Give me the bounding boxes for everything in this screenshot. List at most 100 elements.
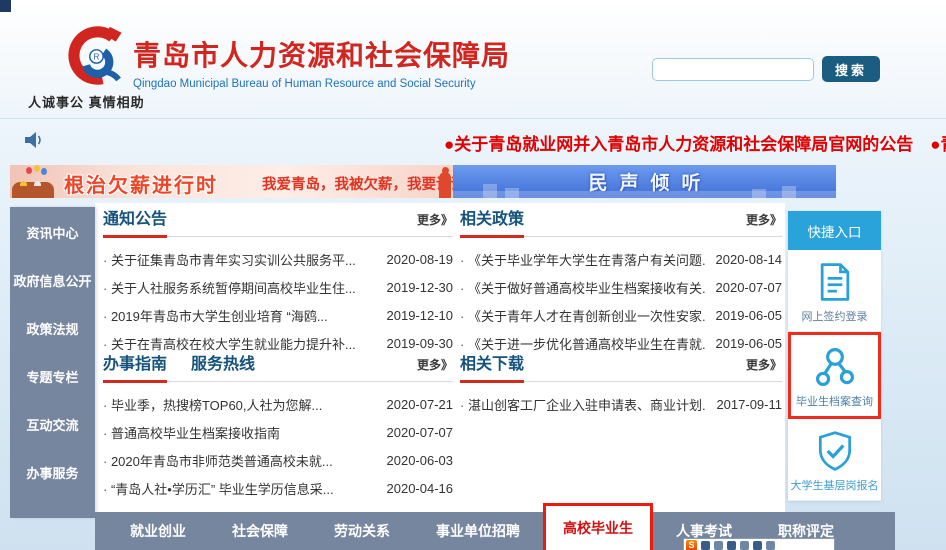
article-link[interactable]: 毕业季，热搜榜TOP60,人社为您解... <box>103 395 377 414</box>
quick-item-label: 网上签约登录 <box>802 308 868 324</box>
figure-illustration <box>439 172 451 198</box>
list-item: 毕业季，热搜榜TOP60,人社为您解... 2020-07-21 <box>103 390 453 418</box>
article-link[interactable]: 《关于青年人才在青创新创业一次性安家... <box>460 306 706 325</box>
policies-list: 《关于毕业学年大学生在青落户有关问题... 2020-08-14 《关于做好普通… <box>460 245 782 357</box>
article-link[interactable]: 关于征集青岛市青年实习实训公共服务平... <box>103 250 377 269</box>
corner-square <box>0 0 11 12</box>
article-date: 2019-12-30 <box>387 280 454 295</box>
article-date: 2019-06-05 <box>716 308 783 323</box>
slogan: 人诚事公 真情相助 <box>28 92 145 111</box>
article-date: 2020-06-03 <box>387 453 454 468</box>
shield-check-icon <box>813 429 857 473</box>
guide-list: 毕业季，热搜榜TOP60,人社为您解... 2020-07-21 普通高校毕业生… <box>103 390 453 502</box>
article-link[interactable]: 湛山创客工厂企业入驻申请表、商业计划... <box>460 395 706 414</box>
bottom-nav-tab[interactable]: 社会保障 <box>209 512 311 550</box>
ime-icon <box>753 541 762 550</box>
list-item: 《关于做好普通高校毕业生档案接收有关... 2020-07-07 <box>460 273 782 301</box>
share-nodes-icon <box>813 345 857 389</box>
sidebar-nav: 资讯中心 政府信息公开 政策法规 专题专栏 互动交流 办事服务 <box>10 207 95 518</box>
sidebar-item[interactable]: 互动交流 <box>10 415 95 434</box>
skyline-illustration <box>752 189 766 198</box>
article-link[interactable]: 关于人社服务系统暂停期间高校毕业生住... <box>103 278 377 297</box>
article-date: 2019-12-10 <box>387 308 454 323</box>
divider <box>460 381 782 382</box>
downloads-more-link[interactable]: 更多》 <box>746 356 782 373</box>
sidebar-item[interactable]: 专题专栏 <box>10 367 95 386</box>
announcement-ticker: ●关于青岛就业网并入青岛市人力资源和社会保障局官网的公告 ●青岛人社部门开展投 <box>0 118 946 165</box>
site-title: 青岛市人力资源和社会保障局 <box>133 34 510 74</box>
divider <box>103 381 453 382</box>
guide-section: 办事指南 服务热线 更多》 毕业季，热搜榜TOP60,人社为您解... 2020… <box>103 350 453 502</box>
skyline-illustration <box>483 184 497 198</box>
downloads-title: 相关下载 <box>460 350 524 374</box>
bottom-nav-tab[interactable]: 就业创业 <box>107 512 209 550</box>
divider <box>460 236 782 237</box>
article-date: 2017-09-11 <box>716 397 782 412</box>
list-item: 湛山创客工厂企业入驻申请表、商业计划... 2017-09-11 <box>460 390 782 418</box>
list-item: 关于征集青岛市青年实习实训公共服务平... 2020-08-19 <box>103 245 453 273</box>
article-link[interactable]: 普通高校毕业生档案接收指南 <box>103 423 377 442</box>
document-icon <box>813 260 857 304</box>
guide-more-link[interactable]: 更多》 <box>417 356 453 373</box>
list-item: 《关于青年人才在青创新创业一次性安家... 2019-06-05 <box>460 301 782 329</box>
balloon-icon <box>41 168 47 175</box>
article-date: 2020-07-07 <box>716 280 783 295</box>
quick-entry-title[interactable]: 快捷入口 <box>788 211 881 250</box>
sidebar-item[interactable]: 政策法规 <box>10 319 95 338</box>
search-bar: 搜索 <box>652 56 880 82</box>
article-link[interactable]: “青岛人社•学历汇” 毕业生学历信息采... <box>103 479 377 498</box>
page: R 青岛市人力资源和社会保障局 Qingdao Municipal Bureau… <box>0 0 946 550</box>
ime-icon <box>701 541 710 550</box>
article-link[interactable]: 2019年青岛市大学生创业培育 “海鸥... <box>103 306 377 325</box>
list-item: 2020年青岛市非师范类普通高校未就... 2020-06-03 <box>103 446 453 474</box>
banner-left-title: 根治欠薪进行时 <box>64 169 218 198</box>
brand-block: 青岛市人力资源和社会保障局 Qingdao Municipal Bureau o… <box>133 34 510 90</box>
notices-more-link[interactable]: 更多》 <box>417 211 453 228</box>
list-item: 《关于毕业学年大学生在青落户有关问题... 2020-08-14 <box>460 245 782 273</box>
ticker-text[interactable]: ●关于青岛就业网并入青岛市人力资源和社会保障局官网的公告 ●青岛人社部门开展投 <box>444 130 946 155</box>
list-item: 关于人社服务系统暂停期间高校毕业生住... 2019-12-30 <box>103 273 453 301</box>
article-link[interactable]: 《关于毕业学年大学生在青落户有关问题... <box>460 250 706 269</box>
ime-toolbar[interactable]: S <box>683 538 835 550</box>
article-date: 2019-09-30 <box>387 336 454 351</box>
article-link[interactable]: 2020年青岛市非师范类普通高校未就... <box>103 451 377 470</box>
downloads-list: 湛山创客工厂企业入驻申请表、商业计划... 2017-09-11 <box>460 390 782 418</box>
hotline-tab[interactable]: 服务热线 <box>191 350 255 374</box>
sidebar-item[interactable]: 政府信息公开 <box>10 271 95 290</box>
bottom-nav-tab[interactable]: 劳动关系 <box>311 512 413 550</box>
quick-item-online-signing[interactable]: 网上签约登录 <box>788 250 881 332</box>
guide-tab[interactable]: 办事指南 <box>103 350 167 374</box>
list-item: 普通高校毕业生档案接收指南 2020-07-07 <box>103 418 453 446</box>
banner-left-subtitle: 我爱青岛，我被欠薪，我要说话 <box>262 173 453 194</box>
wage-banner[interactable]: 根治欠薪进行时 我爱青岛，我被欠薪，我要说话 <box>10 165 453 198</box>
policies-more-link[interactable]: 更多》 <box>746 211 782 228</box>
notices-section: 通知公告 更多》 关于征集青岛市青年实习实训公共服务平... 2020-08-1… <box>103 205 453 357</box>
speaker-icon <box>24 131 44 149</box>
bottom-nav-tab[interactable]: 事业单位招聘 <box>413 512 543 550</box>
quick-item-grassroots-registration[interactable]: 大学生基层岗报名 <box>788 419 881 501</box>
search-button[interactable]: 搜索 <box>822 56 880 82</box>
ime-icon <box>766 541 775 550</box>
bureau-logo: R <box>55 18 129 92</box>
list-item: “青岛人社•学历汇” 毕业生学历信息采... 2020-04-16 <box>103 474 453 502</box>
article-date: 2020-07-21 <box>387 397 454 412</box>
bottom-nav-tab[interactable]: 高校毕业生 <box>543 503 653 550</box>
quick-item-label: 毕业生档案查询 <box>796 393 873 409</box>
balloon-icon <box>34 165 40 172</box>
voice-banner[interactable]: 民声倾听 <box>453 165 836 198</box>
skyline-illustration <box>505 188 519 198</box>
sidebar-item[interactable]: 资讯中心 <box>10 223 95 242</box>
banner: 根治欠薪进行时 我爱青岛，我被欠薪，我要说话 民声倾听 <box>10 165 836 198</box>
workers-illustration <box>12 182 54 198</box>
article-link[interactable]: 《关于做好普通高校毕业生档案接收有关... <box>460 278 706 297</box>
ime-icon <box>714 541 723 550</box>
policies-section: 相关政策 更多》 《关于毕业学年大学生在青落户有关问题... 2020-08-1… <box>460 205 782 357</box>
divider <box>103 236 453 237</box>
sidebar-item[interactable]: 办事服务 <box>10 463 95 482</box>
search-input[interactable] <box>652 58 814 81</box>
svg-text:R: R <box>94 52 100 61</box>
notices-list: 关于征集青岛市青年实习实训公共服务平... 2020-08-19 关于人社服务系… <box>103 245 453 357</box>
ime-icon <box>740 541 749 550</box>
quick-item-label: 大学生基层岗报名 <box>791 477 879 493</box>
quick-item-graduate-archive-query[interactable]: 毕业生档案查询 <box>788 332 881 419</box>
